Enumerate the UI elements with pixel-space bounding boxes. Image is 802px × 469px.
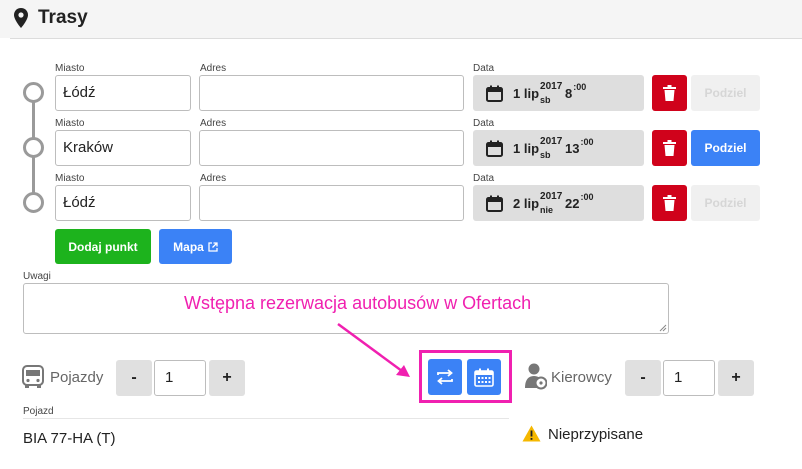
header-divider: [10, 38, 802, 39]
header-bar: [0, 0, 802, 38]
date-label: Data: [473, 118, 495, 129]
date-weekday: nie: [540, 205, 554, 215]
split-button: Podziel: [691, 185, 760, 221]
map-pin-icon: [14, 8, 28, 28]
date-year: 2017: [540, 136, 563, 147]
date-year: 2017: [540, 191, 563, 202]
vehicle-value: BIA 77-HA (T): [23, 430, 116, 447]
route-dot: [23, 137, 44, 158]
vehicles-label: Pojazdy: [50, 369, 104, 386]
map-button-label: Mapa: [173, 239, 204, 254]
warning-icon: [522, 425, 541, 442]
trash-icon: [663, 85, 676, 101]
date-minute: :00: [580, 137, 594, 147]
date-picker[interactable]: 1 lip 2017 sb 8:00: [473, 75, 644, 111]
external-link-icon: [208, 241, 218, 252]
annotation-arrow-icon: [337, 322, 410, 377]
city-label: Miasto: [55, 173, 85, 184]
calendar-button[interactable]: [467, 359, 501, 395]
swap-button[interactable]: [428, 359, 462, 395]
city-label: Miasto: [55, 118, 85, 129]
split-button[interactable]: Podziel: [691, 130, 760, 166]
split-button: Podziel: [691, 75, 760, 111]
trash-icon: [663, 140, 676, 156]
drivers-count-input[interactable]: 1: [663, 360, 715, 396]
address-input[interactable]: [199, 75, 464, 111]
date-day: 1 lip: [513, 85, 540, 101]
drivers-increment-button[interactable]: +: [718, 360, 754, 396]
date-minute: :00: [580, 192, 594, 202]
date-year: 2017: [540, 81, 563, 92]
calendar-grid-icon: [474, 368, 494, 387]
drivers-label: Kierowcy: [551, 369, 612, 386]
resize-handle-icon[interactable]: [659, 324, 667, 332]
vehicle-table-divider: [23, 418, 509, 419]
date-day: 1 lip: [513, 140, 540, 156]
date-picker[interactable]: 2 lip 2017 nie 22:00: [473, 185, 644, 221]
vehicles-decrement-button[interactable]: -: [116, 360, 152, 396]
city-input[interactable]: Łódź: [55, 75, 191, 111]
city-input[interactable]: Kraków: [55, 130, 191, 166]
bus-icon: [22, 365, 44, 388]
address-label: Adres: [200, 173, 227, 184]
annotation-text: Wstępna rezerwacja autobusów w Ofertach: [184, 293, 532, 313]
delete-stop-button[interactable]: [652, 75, 687, 111]
route-dot: [23, 82, 44, 103]
date-hour: 22: [565, 195, 580, 211]
calendar-icon: [486, 85, 503, 102]
address-label: Adres: [200, 63, 227, 74]
date-weekday: sb: [540, 150, 551, 160]
trash-icon: [663, 195, 676, 211]
vehicles-increment-button[interactable]: +: [209, 360, 245, 396]
address-label: Adres: [200, 118, 227, 129]
swap-arrows-icon: [437, 369, 453, 385]
vehicle-column-header: Pojazd: [23, 406, 54, 417]
date-weekday: sb: [540, 95, 551, 105]
route-dot: [23, 192, 44, 213]
notes-label: Uwagi: [23, 271, 51, 282]
map-button[interactable]: Mapa: [159, 229, 232, 264]
delete-stop-button[interactable]: [652, 130, 687, 166]
date-hour: 13: [565, 140, 580, 156]
city-input[interactable]: Łódź: [55, 185, 191, 221]
date-hour: 8: [565, 85, 573, 101]
delete-stop-button[interactable]: [652, 185, 687, 221]
date-minute: :00: [573, 82, 587, 92]
unassigned-status: Nieprzypisane: [548, 426, 644, 443]
address-input[interactable]: [199, 130, 464, 166]
calendar-icon: [486, 195, 503, 212]
calendar-icon: [486, 140, 503, 157]
date-picker[interactable]: 1 lip 2017 sb 13:00: [473, 130, 644, 166]
vehicles-count-input[interactable]: 1: [154, 360, 206, 396]
city-label: Miasto: [55, 63, 85, 74]
add-point-button[interactable]: Dodaj punkt: [55, 229, 151, 264]
date-day: 2 lip: [513, 195, 540, 211]
address-input[interactable]: [199, 185, 464, 221]
drivers-decrement-button[interactable]: -: [625, 360, 661, 396]
date-label: Data: [473, 173, 495, 184]
driver-icon: [525, 363, 547, 390]
page-title: Trasy: [38, 7, 88, 28]
date-label: Data: [473, 63, 495, 74]
